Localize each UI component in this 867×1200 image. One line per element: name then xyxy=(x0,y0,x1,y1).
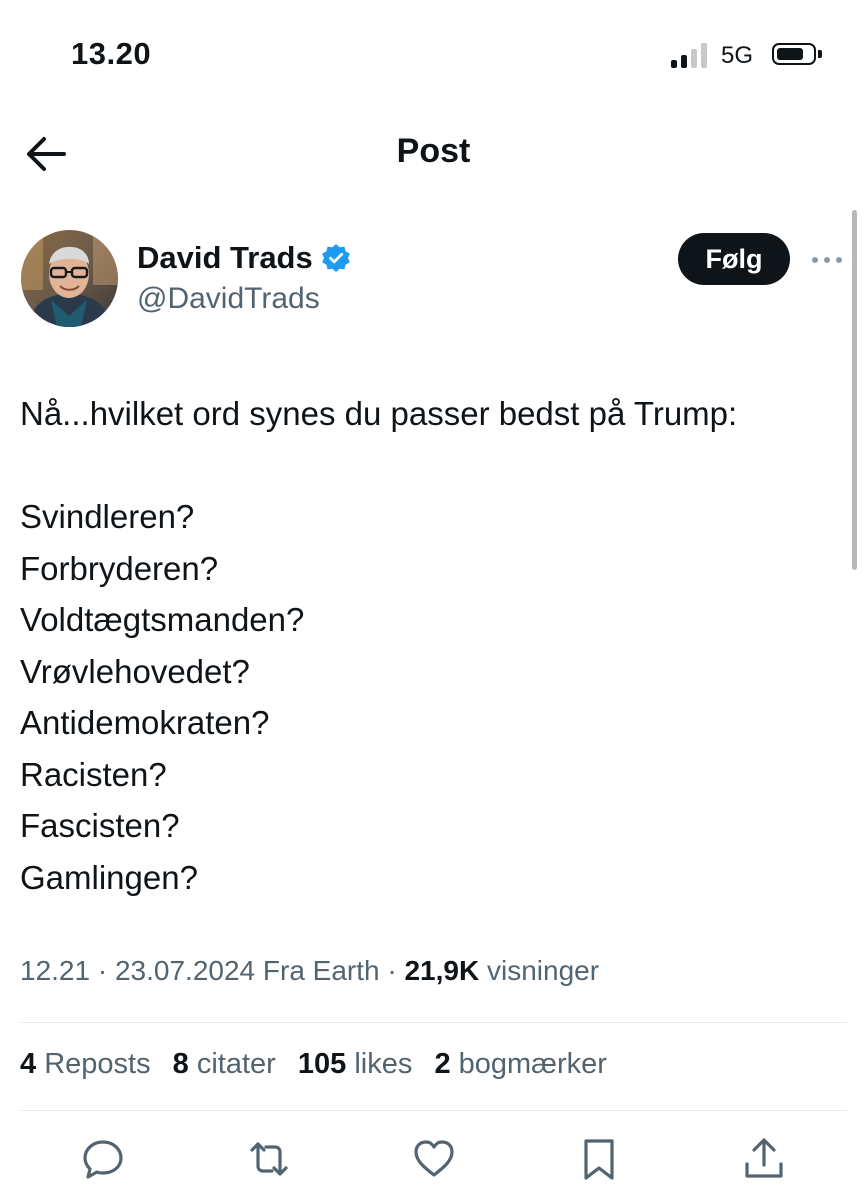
divider xyxy=(20,1022,847,1023)
reposts-stat[interactable]: 4 Reposts xyxy=(20,1048,151,1080)
battery-icon xyxy=(772,43,816,65)
author-name-row: David Trads xyxy=(137,240,351,276)
status-time: 13.20 xyxy=(71,36,152,71)
likes-label: likes xyxy=(354,1048,413,1080)
page-title: Post xyxy=(396,132,471,170)
bookmarks-stat[interactable]: 2 bogmærker xyxy=(434,1048,606,1080)
reposts-count: 4 xyxy=(20,1048,37,1080)
network-type: 5G xyxy=(721,42,754,69)
post-text: Nå...hvilket ord synes du passer bedst p… xyxy=(20,395,738,896)
post-date[interactable]: 23.07.2024 xyxy=(115,955,255,986)
quotes-label: citater xyxy=(196,1048,276,1080)
reply-icon[interactable] xyxy=(80,1136,126,1182)
post-meta: 12.21 · 23.07.2024 Fra Earth · 21,9K vis… xyxy=(20,955,599,987)
signal-strength-icon xyxy=(671,42,711,68)
separator: · xyxy=(97,955,108,986)
quotes-count: 8 xyxy=(172,1048,189,1080)
follow-button[interactable]: Følg xyxy=(678,233,790,285)
divider xyxy=(20,1110,847,1111)
author-name[interactable]: David Trads xyxy=(137,240,313,276)
post-source: Fra Earth xyxy=(262,955,380,986)
views-label: visninger xyxy=(486,955,600,986)
battery-tip xyxy=(818,50,822,58)
author-handle[interactable]: @DavidTrads xyxy=(137,282,320,316)
separator: · xyxy=(387,955,397,986)
repost-icon[interactable] xyxy=(246,1136,292,1182)
scrollbar[interactable] xyxy=(852,210,857,570)
likes-count: 105 xyxy=(297,1048,347,1080)
post-stats: 4 Reposts 8 citater 105 likes 2 bogmærke… xyxy=(20,1048,621,1081)
bookmark-icon[interactable] xyxy=(576,1136,622,1182)
like-icon[interactable] xyxy=(411,1136,457,1182)
bookmarks-label: bogmærker xyxy=(458,1048,607,1080)
reposts-label: Reposts xyxy=(44,1048,151,1080)
avatar[interactable] xyxy=(21,230,118,327)
verified-badge-icon[interactable] xyxy=(321,243,351,273)
share-icon[interactable] xyxy=(741,1136,787,1182)
views-count: 21,9K xyxy=(404,955,480,986)
post-time[interactable]: 12.21 xyxy=(20,955,90,986)
bookmarks-count: 2 xyxy=(434,1048,451,1080)
more-options-icon[interactable] xyxy=(808,250,848,270)
likes-stat[interactable]: 105 likes xyxy=(298,1048,412,1080)
quotes-stat[interactable]: 8 citater xyxy=(173,1048,276,1080)
